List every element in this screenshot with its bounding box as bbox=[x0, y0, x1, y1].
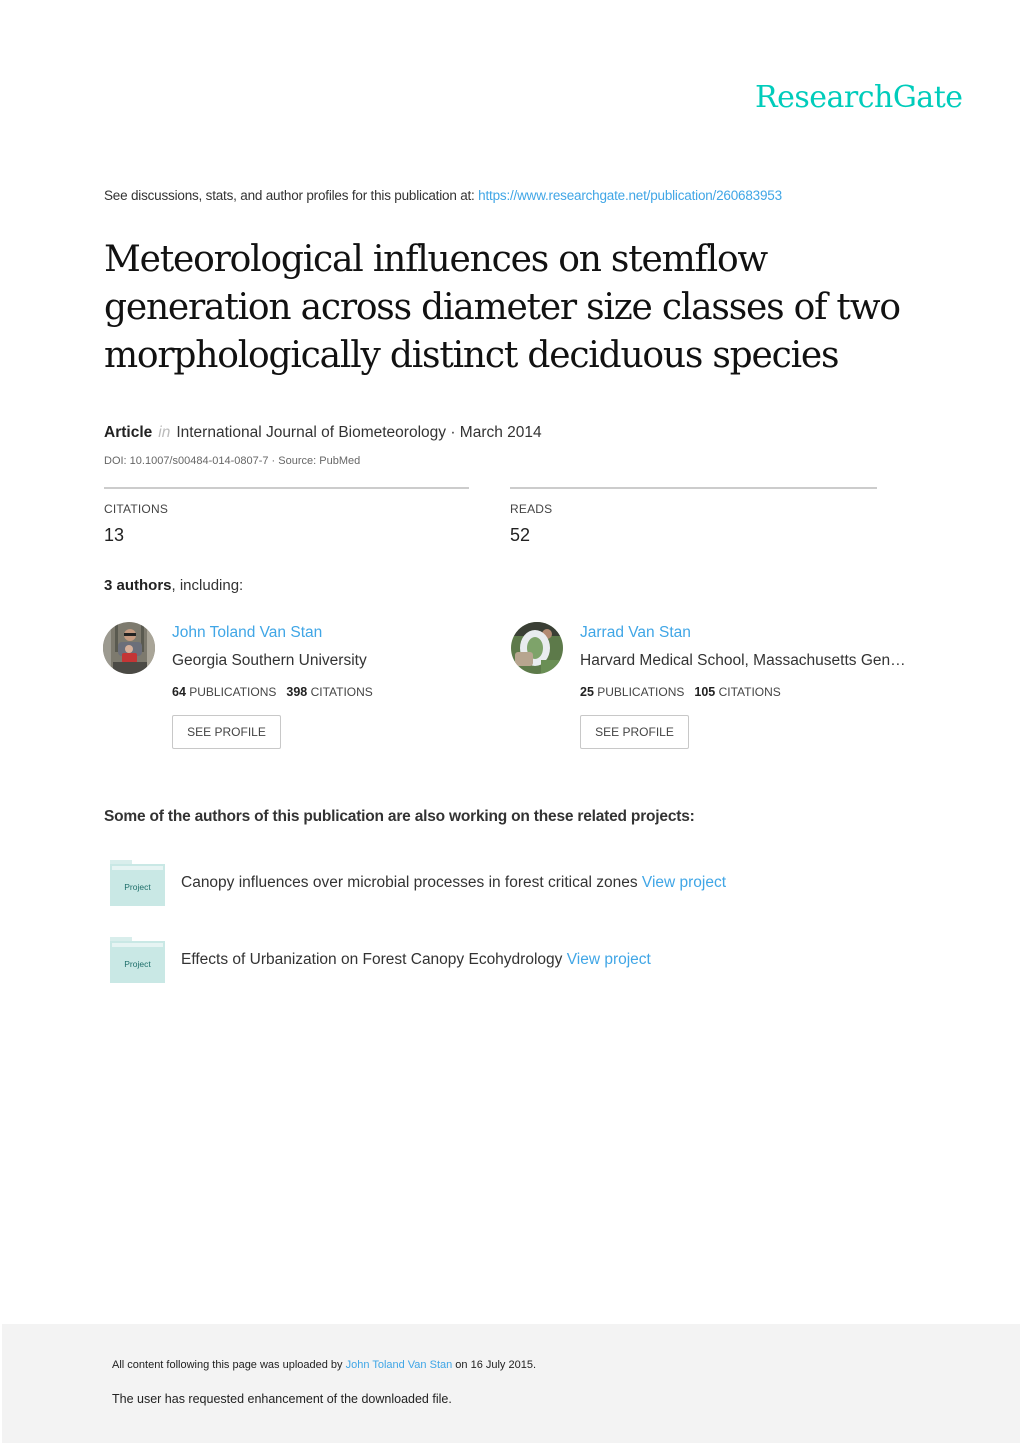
citations-count: 105 bbox=[694, 685, 716, 699]
reads-label: READS bbox=[510, 502, 553, 516]
citations-label: CITATIONS bbox=[104, 502, 169, 516]
doi-line: DOI: 10.1007/s00484-014-0807-7 · Source:… bbox=[104, 455, 361, 467]
in-label: in bbox=[158, 424, 171, 441]
author-name-link[interactable]: John Toland Van Stan bbox=[172, 624, 322, 642]
reads-value: 52 bbox=[510, 525, 531, 545]
citations-label: CITATIONS bbox=[718, 685, 781, 699]
publication-type: Article bbox=[104, 424, 153, 441]
avatar-photo-icon bbox=[103, 622, 155, 674]
avatar[interactable] bbox=[103, 622, 155, 674]
publications-label: PUBLICATIONS bbox=[189, 685, 277, 699]
reads-divider bbox=[510, 487, 877, 489]
footer: All content following this page was uplo… bbox=[2, 1324, 1020, 1443]
publications-count: 64 bbox=[172, 685, 186, 699]
author-counts: 64 PUBLICATIONS 398 CITATIONS bbox=[172, 685, 373, 699]
discussion-line: See discussions, stats, and author profi… bbox=[104, 188, 782, 203]
publications-count: 25 bbox=[580, 685, 594, 699]
authors-count: 3 authors bbox=[104, 577, 172, 594]
enhancement-request-note: The user has requested enhancement of th… bbox=[112, 1392, 452, 1406]
discussion-prefix: See discussions, stats, and author profi… bbox=[104, 188, 479, 203]
author-counts: 25 PUBLICATIONS 105 CITATIONS bbox=[580, 685, 781, 699]
project-title-text: Effects of Urbanization on Forest Canopy… bbox=[181, 951, 563, 968]
related-projects-heading: Some of the authors of this publication … bbox=[104, 808, 695, 825]
project-title: Canopy influences over microbial process… bbox=[181, 874, 726, 892]
citations-divider bbox=[104, 487, 469, 489]
citations-label: CITATIONS bbox=[310, 685, 373, 699]
upload-suffix: on 16 July 2015. bbox=[452, 1359, 537, 1371]
publication-url-link[interactable]: https://www.researchgate.net/publication… bbox=[478, 188, 782, 203]
citations-count: 398 bbox=[286, 685, 308, 699]
view-project-link[interactable]: View project bbox=[567, 951, 651, 968]
project-icon-label: Project bbox=[124, 959, 151, 969]
project-icon-label: Project bbox=[124, 882, 151, 892]
upload-prefix: All content following this page was uplo… bbox=[112, 1359, 346, 1371]
see-profile-button[interactable]: SEE PROFILE bbox=[580, 715, 689, 749]
uploader-link[interactable]: John Toland Van Stan bbox=[346, 1359, 453, 1371]
authors-heading: 3 authors, including: bbox=[104, 577, 243, 594]
avatar-photo-icon bbox=[511, 622, 563, 674]
citations-value: 13 bbox=[104, 525, 125, 545]
journal-name: International Journal of Biometeorology … bbox=[176, 424, 542, 441]
avatar[interactable] bbox=[511, 622, 563, 674]
see-profile-button[interactable]: SEE PROFILE bbox=[172, 715, 281, 749]
researchgate-logo[interactable]: ResearchGate bbox=[755, 80, 963, 115]
author-name-link[interactable]: Jarrad Van Stan bbox=[580, 624, 691, 642]
project-folder-icon[interactable]: Project bbox=[110, 937, 165, 983]
project-folder-icon[interactable]: Project bbox=[110, 860, 165, 906]
upload-note: All content following this page was uplo… bbox=[112, 1359, 536, 1371]
project-title: Effects of Urbanization on Forest Canopy… bbox=[181, 951, 651, 969]
authors-suffix: , including: bbox=[171, 577, 244, 594]
view-project-link[interactable]: View project bbox=[642, 874, 726, 891]
author-institution: Georgia Southern University bbox=[172, 652, 367, 669]
project-title-text: Canopy influences over microbial process… bbox=[181, 874, 638, 891]
publications-label: PUBLICATIONS bbox=[597, 685, 685, 699]
author-institution: Harvard Medical School, Massachusetts Ge… bbox=[580, 652, 906, 669]
publication-meta: Article in International Journal of Biomet… bbox=[104, 424, 542, 442]
publication-title: Meteorological influences on stemflow ge… bbox=[104, 239, 901, 376]
